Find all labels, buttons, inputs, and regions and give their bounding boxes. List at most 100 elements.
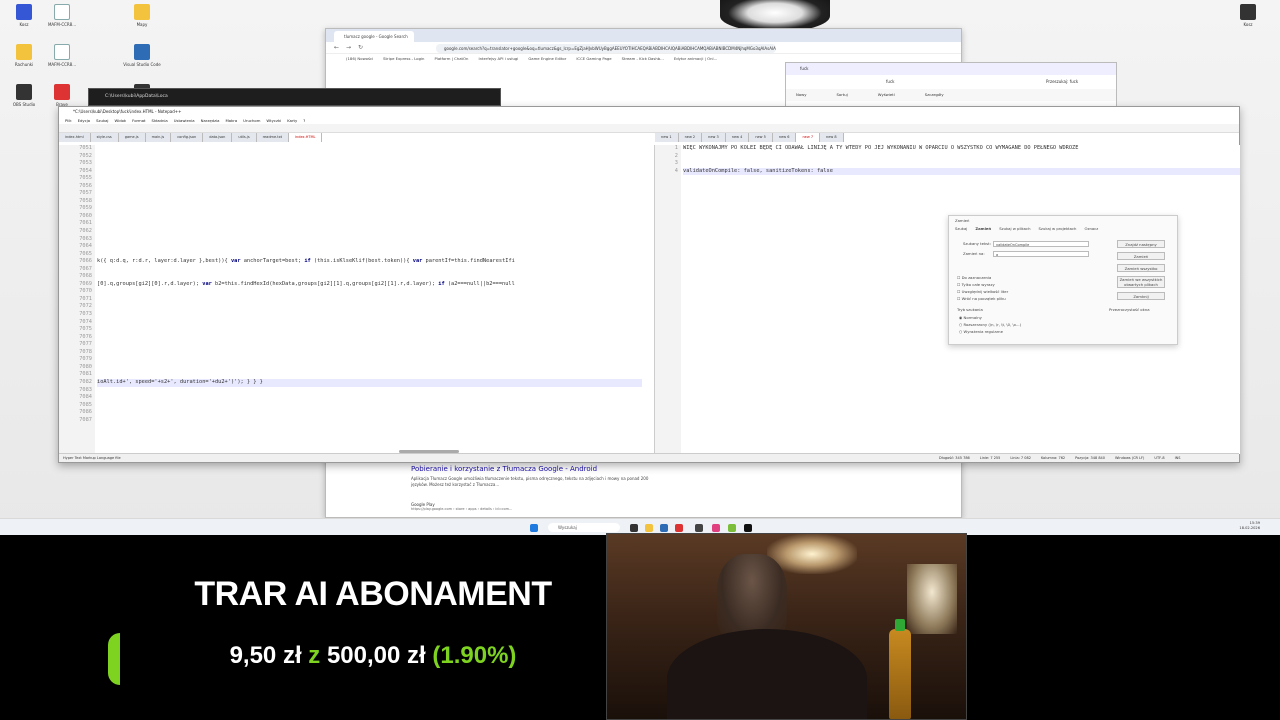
- editor-tab[interactable]: data.json: [203, 133, 233, 142]
- code-area[interactable]: k({ q:d.q, r:d.r, layer:d.layer },best))…: [97, 145, 642, 424]
- editor-tab[interactable]: new 7: [796, 133, 821, 142]
- cmd-window[interactable]: C:\Users\kubi\AppData\Loca: [88, 88, 501, 106]
- taskbar-clock[interactable]: 15:39 18.02.2026: [1239, 521, 1260, 531]
- bookmark-item[interactable]: (186) Nowości: [346, 56, 373, 61]
- menu-item[interactable]: Składnia: [152, 118, 168, 123]
- menu-item[interactable]: Format: [132, 118, 145, 123]
- desktop-icon[interactable]: MAFM-CCR8...: [40, 44, 84, 67]
- menu-item[interactable]: Makra: [225, 118, 237, 123]
- task-view-icon[interactable]: [630, 524, 638, 532]
- desktop-icon-recycle-bin[interactable]: Kosz: [1226, 4, 1270, 27]
- desktop-icon[interactable]: Visual Studio Code: [120, 44, 164, 67]
- search-result-title[interactable]: Pobieranie i korzystanie z Tłumacza Goog…: [411, 465, 651, 473]
- bookmark-item[interactable]: Platform | ChatOn: [434, 56, 468, 61]
- menu-item[interactable]: Uruchom: [243, 118, 260, 123]
- start-icon[interactable]: [530, 524, 538, 532]
- desktop-icon[interactable]: MAFM-CCR8...: [40, 4, 84, 27]
- dialog-tab[interactable]: Zamień: [975, 226, 991, 231]
- explorer-tab[interactable]: fuck: [786, 63, 1116, 75]
- editor-tab[interactable]: new 4: [725, 133, 750, 142]
- find-input[interactable]: validateOnCompile: [993, 241, 1089, 247]
- editor-tab[interactable]: config.json: [171, 133, 204, 142]
- menu-item[interactable]: Szukaj: [96, 118, 108, 123]
- desktop-icon[interactable]: Mapy: [120, 4, 164, 27]
- dialog-button[interactable]: Znajdź następny: [1117, 240, 1165, 248]
- dialog-tab[interactable]: Oznacz: [1084, 226, 1098, 231]
- bookmark-item[interactable]: ICCE Gaming Page: [576, 56, 611, 61]
- bookmark-item[interactable]: Game Engine Editor: [528, 56, 566, 61]
- search-mode-option[interactable]: ○ Wyrażenia regularne: [959, 328, 1003, 335]
- dialog-title: Zamień: [955, 218, 970, 223]
- line-number: 7069: [79, 280, 92, 287]
- desktop-icon-label: Visual Studio Code: [123, 62, 161, 67]
- explorer-tool[interactable]: Sortuj: [837, 92, 848, 97]
- explorer-tool[interactable]: Szczegóły: [925, 92, 944, 97]
- menu-item[interactable]: Wtyczki: [266, 118, 281, 123]
- reload-icon[interactable]: ↻: [358, 44, 363, 51]
- editor-tab[interactable]: style.css: [90, 133, 119, 142]
- desktop-icon[interactable]: Brave: [40, 84, 84, 107]
- bookmark-item[interactable]: Edytor animacji | Onl...: [674, 56, 717, 61]
- dialog-button[interactable]: Zamień wszystko: [1117, 264, 1165, 272]
- file-explorer-icon[interactable]: [645, 524, 653, 532]
- dialog-tab[interactable]: Szukaj w projektach: [1039, 226, 1077, 231]
- app-icon[interactable]: [712, 524, 720, 532]
- editor-pane-left[interactable]: 7051 7052 7053 7054 7055 7056 7057 7058 7059 7060…: [59, 145, 642, 454]
- editor-tab[interactable]: index.HTML: [289, 133, 323, 142]
- explorer-path[interactable]: fuck: [886, 79, 894, 84]
- editor-tab[interactable]: game.js: [118, 133, 146, 142]
- editor-tab[interactable]: new 3: [702, 133, 726, 142]
- menu-item[interactable]: ?: [303, 118, 305, 123]
- search-mode-option[interactable]: ○ Rozszerzony (\n, \r, \t, \0, \x...): [959, 321, 1021, 328]
- menu-item[interactable]: Widok: [114, 118, 126, 123]
- editor-tab[interactable]: readme.txt: [256, 133, 290, 142]
- editor-tab[interactable]: index.html: [59, 133, 91, 142]
- menu-item[interactable]: Ustawienia: [174, 118, 195, 123]
- explorer-search[interactable]: Przeszukaj: fuck: [1046, 75, 1078, 89]
- bookmark-item[interactable]: Interfejsy API i usługi: [478, 56, 518, 61]
- replace-input[interactable]: a: [993, 251, 1089, 257]
- url-bar[interactable]: google.com/search?q=translator+google&oq…: [436, 44, 776, 53]
- terminal-icon[interactable]: [744, 524, 752, 532]
- dialog-tab[interactable]: Szukaj: [955, 226, 967, 231]
- bookmark-item[interactable]: Stripe Express - Login: [383, 56, 424, 61]
- explorer-tool[interactable]: Nowy: [796, 92, 807, 97]
- dialog-option[interactable]: ☐ Uwzględnij wielkość liter: [957, 288, 1008, 295]
- vscode-icon[interactable]: [660, 524, 668, 532]
- editor-tab[interactable]: main.js: [145, 133, 172, 142]
- menu-item[interactable]: Narzędzia: [201, 118, 220, 123]
- search-mode-option[interactable]: ◉ Normalny: [959, 314, 982, 321]
- editor-tab[interactable]: utils.js: [232, 133, 257, 142]
- notepadpp-icon[interactable]: [728, 524, 736, 532]
- taskbar-search[interactable]: Wyszukaj: [548, 523, 620, 532]
- dialog-tab[interactable]: Szukaj w plikach: [999, 226, 1030, 231]
- code-area[interactable]: WIĘC WYKONAJMY PO KOLEI BĘDĘ CI ODAWAŁ L…: [683, 145, 1240, 176]
- editor-tab[interactable]: new 1: [655, 133, 679, 142]
- dark-icon: [16, 84, 32, 100]
- editor-tab[interactable]: new 6: [772, 133, 797, 142]
- dialog-option[interactable]: ☐ Tylko całe wyrazy: [957, 281, 995, 288]
- dialog-button[interactable]: Zamień we wszystkich otwartych plikach: [1117, 276, 1165, 288]
- forward-icon[interactable]: →: [346, 44, 351, 51]
- chrome-icon[interactable]: [675, 524, 683, 532]
- menu-item[interactable]: Plik: [65, 118, 72, 123]
- chrome-tab[interactable]: tlumacz google - Google Search: [334, 31, 414, 42]
- chrome-tabbar: tlumacz google - Google Search: [326, 29, 961, 42]
- replace-dialog[interactable]: Zamień Szukaj Zamień Szukaj w plikach Szuka…: [948, 215, 1178, 345]
- explorer-tool[interactable]: Wyświetl: [878, 92, 895, 97]
- dialog-button[interactable]: Zamień: [1117, 252, 1165, 260]
- menu-item[interactable]: Karty: [287, 118, 297, 123]
- dialog-option[interactable]: ☐ Do zaznaczenia: [957, 274, 991, 281]
- transparency-label[interactable]: Przezroczystość okna: [1109, 306, 1150, 313]
- back-icon[interactable]: ←: [334, 44, 339, 51]
- editor-tab[interactable]: new 5: [749, 133, 773, 142]
- editor-tab[interactable]: new 2: [678, 133, 703, 142]
- obs-icon[interactable]: [695, 524, 703, 532]
- dialog-option[interactable]: ☐ Wróć na początek pliku: [957, 295, 1006, 302]
- editor-tab[interactable]: new 8: [820, 133, 844, 142]
- dialog-button[interactable]: Zamknij: [1117, 292, 1165, 300]
- menu-item[interactable]: Edycja: [78, 118, 91, 123]
- bookmark-item[interactable]: Stream - Kick Dashb...: [622, 56, 664, 61]
